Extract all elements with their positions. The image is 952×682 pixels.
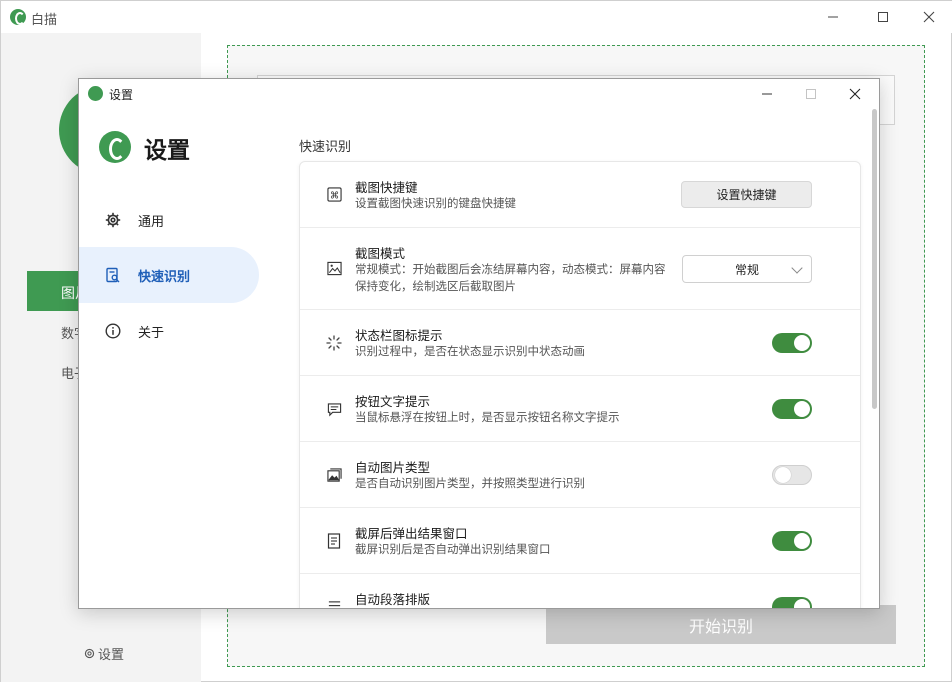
settings-logo-icon xyxy=(99,131,131,163)
setting-title: 自动图片类型 xyxy=(355,460,431,475)
setting-desc: 当鼠标悬浮在按钮上时，是否显示按钮名称文字提示 xyxy=(355,410,620,424)
setting-row-button-tooltip: 按钮文字提示 当鼠标悬浮在按钮上时，是否显示按钮名称文字提示 xyxy=(300,376,860,442)
setting-row-auto-paragraph: 自动段落排版 xyxy=(300,574,860,608)
setting-desc: 常规模式：开始截图后会冻结屏幕内容，动态模式：屏幕内容保持变化，绘制选区后截取图… xyxy=(355,262,666,293)
document-icon xyxy=(326,533,342,549)
nav-label-about: 关于 xyxy=(138,325,165,341)
maximize-icon[interactable] xyxy=(869,5,897,29)
start-recognition-button[interactable]: 开始识别 xyxy=(546,605,896,644)
setting-row-screenshot-shortcut: ⌘ 截图快捷键 设置截图快速识别的键盘快捷键 设置快捷键 xyxy=(300,162,860,228)
setting-title: 截图模式 xyxy=(355,246,406,261)
toggle-knob xyxy=(775,467,791,483)
quick-scan-icon xyxy=(104,266,122,284)
nav-item-quick-recognition[interactable]: 快速识别 xyxy=(79,247,259,303)
nav-item-general[interactable]: 通用 xyxy=(79,192,259,248)
button-tooltip-toggle[interactable] xyxy=(772,399,812,419)
auto-image-type-toggle[interactable] xyxy=(772,465,812,485)
dialog-window-title: 设置 xyxy=(109,88,134,102)
select-value: 常规 xyxy=(734,262,759,277)
app-logo-icon xyxy=(10,9,26,25)
paragraph-icon xyxy=(326,599,342,608)
settings-sidebar: 设置 通用 快速识别 关于 xyxy=(79,109,279,608)
setting-desc: 识别过程中，是否在状态显示识别中状态动画 xyxy=(355,344,585,358)
setting-row-screenshot-mode: 截图模式 常规模式：开始截图后会冻结屏幕内容，动态模式：屏幕内容保持变化，绘制选… xyxy=(300,228,860,310)
dialog-close-icon[interactable] xyxy=(841,82,869,106)
setting-title: 状态栏图标提示 xyxy=(355,328,443,343)
minimize-icon[interactable] xyxy=(819,5,847,29)
close-icon[interactable] xyxy=(915,5,943,29)
settings-label: 设置 xyxy=(98,648,125,663)
gear-icon xyxy=(84,648,95,659)
setting-title: 截图快捷键 xyxy=(355,180,418,195)
settings-dialog: 设置 设置 通用 快速识别 关于 快速识别 ⌘ 截图快捷键 设置截图快速识别的键… xyxy=(78,78,880,609)
command-key-icon: ⌘ xyxy=(326,186,342,202)
main-window-title: 白描 xyxy=(31,13,58,28)
status-icon-toggle[interactable] xyxy=(772,333,812,353)
set-shortcut-button[interactable]: 设置快捷键 xyxy=(681,181,812,208)
settings-scrollbar[interactable] xyxy=(871,109,879,608)
scrollbar-thumb[interactable] xyxy=(872,109,877,409)
gallery-icon xyxy=(326,467,342,483)
setting-title: 自动段落排版 xyxy=(355,592,431,607)
dialog-minimize-icon[interactable] xyxy=(753,82,781,106)
loading-spinner-icon xyxy=(326,335,342,351)
main-titlebar: 白描 xyxy=(1,1,952,33)
dialog-app-logo-icon xyxy=(88,86,103,101)
toggle-knob xyxy=(794,401,810,417)
info-icon xyxy=(104,322,122,340)
setting-desc: 截屏识别后是否自动弹出识别结果窗口 xyxy=(355,542,551,556)
toggle-knob xyxy=(794,533,810,549)
settings-content: 快速识别 ⌘ 截图快捷键 设置截图快速识别的键盘快捷键 设置快捷键 截图模式 常… xyxy=(279,109,879,608)
setting-title: 按钮文字提示 xyxy=(355,394,431,409)
section-title: 快速识别 xyxy=(299,140,352,155)
setting-title: 截屏后弹出结果窗口 xyxy=(355,526,468,541)
gear-icon xyxy=(104,211,122,229)
nav-label-general: 通用 xyxy=(138,214,165,230)
nav-label-quick-recognition: 快速识别 xyxy=(138,269,191,285)
screenshot-mode-select[interactable]: 常规 xyxy=(682,255,812,283)
nav-item-about[interactable]: 关于 xyxy=(79,303,259,359)
setting-row-popup-result: 截屏后弹出结果窗口 截屏识别后是否自动弹出识别结果窗口 xyxy=(300,508,860,574)
setting-row-auto-image-type: 自动图片类型 是否自动识别图片类型，并按照类型进行识别 xyxy=(300,442,860,508)
message-icon xyxy=(326,401,342,417)
svg-text:⌘: ⌘ xyxy=(329,190,338,201)
toggle-knob xyxy=(794,335,810,351)
auto-paragraph-toggle[interactable] xyxy=(772,597,812,608)
popup-result-toggle[interactable] xyxy=(772,531,812,551)
toggle-knob xyxy=(794,599,810,608)
dialog-titlebar: 设置 xyxy=(79,79,879,109)
settings-heading: 设置 xyxy=(144,138,190,164)
chevron-down-icon xyxy=(791,262,803,274)
dialog-maximize-icon xyxy=(797,82,825,106)
main-settings-link[interactable]: 设置 xyxy=(83,644,124,663)
settings-card: ⌘ 截图快捷键 设置截图快速识别的键盘快捷键 设置快捷键 截图模式 常规模式：开… xyxy=(299,161,861,608)
setting-desc: 设置截图快速识别的键盘快捷键 xyxy=(355,196,516,210)
image-icon xyxy=(326,260,342,276)
setting-desc: 是否自动识别图片类型，并按照类型进行识别 xyxy=(355,476,585,490)
setting-row-status-icon: 状态栏图标提示 识别过程中，是否在状态显示识别中状态动画 xyxy=(300,310,860,376)
